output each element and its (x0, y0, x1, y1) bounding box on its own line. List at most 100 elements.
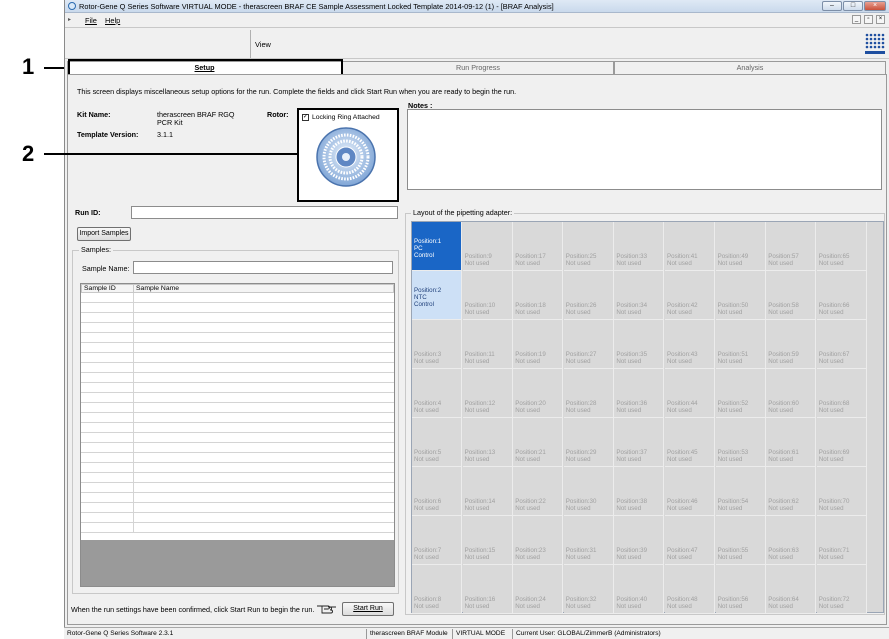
position-cell[interactable]: Position:70 Not used (816, 467, 867, 516)
position-cell[interactable]: Position:32 Not used (563, 565, 614, 614)
position-cell[interactable]: Position:27 Not used (563, 320, 614, 369)
position-cell[interactable]: Position:37 Not used (614, 418, 665, 467)
position-cell[interactable]: Position:6 Not used (412, 467, 462, 516)
start-run-button[interactable]: Start Run (342, 602, 394, 616)
position-cell[interactable]: Position:48 Not used (665, 565, 715, 614)
position-cell[interactable]: Position:29 Not used (563, 418, 614, 467)
position-cell[interactable]: Position:69 Not used (816, 418, 867, 467)
position-cell[interactable]: Position:25 Not used (563, 222, 614, 271)
close-icon[interactable]: × (864, 1, 886, 11)
table-row[interactable] (81, 303, 394, 313)
position-cell[interactable]: Position:33 Not used (614, 222, 665, 271)
table-row[interactable] (81, 373, 394, 383)
position-cell[interactable]: Position:55 Not used (715, 516, 766, 565)
maximize-icon[interactable]: □ (843, 1, 863, 11)
position-cell[interactable]: Position:53 Not used (715, 418, 766, 467)
position-cell[interactable]: Position:16 Not used (462, 565, 513, 614)
position-cell[interactable]: Position:52 Not used (715, 369, 766, 418)
position-cell[interactable]: Position:42 Not used (665, 271, 715, 320)
position-cell[interactable]: Position:51 Not used (715, 320, 766, 369)
position-cell[interactable]: Position:40 Not used (614, 565, 665, 614)
position-cell[interactable]: Position:5 Not used (412, 418, 462, 467)
run-id-input[interactable] (131, 206, 398, 219)
import-samples-button[interactable]: Import Samples (77, 227, 131, 241)
position-cell[interactable]: Position:71 Not used (816, 516, 867, 565)
position-cell[interactable]: Position:12 Not used (462, 369, 513, 418)
mdi-minimize-icon[interactable]: _ (852, 15, 861, 24)
table-row[interactable] (81, 443, 394, 453)
table-row[interactable] (81, 413, 394, 423)
mdi-close-icon[interactable]: × (876, 15, 885, 24)
position-cell[interactable]: Position:30 Not used (563, 467, 614, 516)
table-row[interactable] (81, 343, 394, 353)
col-sample-id[interactable]: Sample ID (81, 284, 134, 293)
position-cell[interactable]: Position:17 Not used (513, 222, 564, 271)
position-cell[interactable]: Position:22 Not used (513, 467, 564, 516)
position-cell[interactable]: Position:10 Not used (462, 271, 513, 320)
position-cell[interactable]: Position:39 Not used (614, 516, 665, 565)
position-cell[interactable]: Position:36 Not used (614, 369, 665, 418)
position-cell[interactable]: Position:54 Not used (715, 467, 766, 516)
table-row[interactable] (81, 403, 394, 413)
tab-run-progress[interactable]: Run Progress (342, 61, 614, 74)
position-cell[interactable]: Position:31 Not used (563, 516, 614, 565)
position-cell[interactable]: Position:58 Not used (766, 271, 817, 320)
view-label[interactable]: View (255, 40, 271, 49)
table-row[interactable] (81, 393, 394, 403)
position-cell[interactable]: Position:59 Not used (766, 320, 817, 369)
position-cell[interactable]: Position:72 Not used (816, 565, 867, 614)
locking-ring-checkbox[interactable]: ✓ (302, 114, 309, 121)
position-cell[interactable]: Position:15 Not used (462, 516, 513, 565)
position-cell[interactable]: Position:67 Not used (816, 320, 867, 369)
menu-help[interactable]: Help (105, 16, 120, 25)
minimize-icon[interactable]: – (822, 1, 842, 11)
position-cell[interactable]: Position:28 Not used (563, 369, 614, 418)
table-row[interactable] (81, 523, 394, 533)
table-row[interactable] (81, 353, 394, 363)
table-row[interactable] (81, 323, 394, 333)
position-cell[interactable]: Position:47 Not used (665, 516, 715, 565)
position-cell[interactable]: Position:13 Not used (462, 418, 513, 467)
sample-name-input[interactable] (133, 261, 393, 274)
position-cell[interactable]: Position:24 Not used (513, 565, 564, 614)
position-cell[interactable]: Position:57 Not used (766, 222, 817, 271)
table-row[interactable] (81, 483, 394, 493)
position-cell[interactable]: Position:21 Not used (513, 418, 564, 467)
position-cell[interactable]: Position:14 Not used (462, 467, 513, 516)
position-cell[interactable]: Position:56 Not used (715, 565, 766, 614)
position-cell[interactable]: Position:64 Not used (766, 565, 817, 614)
table-row[interactable] (81, 333, 394, 343)
position-cell[interactable]: Position:66 Not used (816, 271, 867, 320)
position-cell[interactable]: Position:65 Not used (816, 222, 867, 271)
position-cell[interactable]: Position:49 Not used (715, 222, 766, 271)
table-row[interactable] (81, 463, 394, 473)
position-cell[interactable]: Position:62 Not used (766, 467, 817, 516)
position-cell[interactable]: Position:7 Not used (412, 516, 462, 565)
table-row[interactable] (81, 313, 394, 323)
col-sample-name[interactable]: Sample Name (133, 284, 394, 293)
position-cell[interactable]: Position:60 Not used (766, 369, 817, 418)
position-cell[interactable]: Position:68 Not used (816, 369, 867, 418)
position-cell[interactable]: Position:45 Not used (665, 418, 715, 467)
tab-analysis[interactable]: Analysis (614, 61, 886, 74)
position-cell[interactable]: Position:38 Not used (614, 467, 665, 516)
position-cell[interactable]: Position:23 Not used (513, 516, 564, 565)
table-row[interactable] (81, 383, 394, 393)
position-cell[interactable]: Position:1 PC Control (412, 222, 462, 271)
position-cell[interactable]: Position:44 Not used (665, 369, 715, 418)
position-cell[interactable]: Position:11 Not used (462, 320, 513, 369)
position-cell[interactable]: Position:19 Not used (513, 320, 564, 369)
position-cell[interactable]: Position:43 Not used (665, 320, 715, 369)
position-cell[interactable]: Position:2 NTC Control (412, 271, 462, 320)
position-cell[interactable]: Position:20 Not used (513, 369, 564, 418)
samples-table[interactable]: Sample ID Sample Name (80, 283, 395, 587)
position-cell[interactable]: Position:61 Not used (766, 418, 817, 467)
position-cell[interactable]: Position:3 Not used (412, 320, 462, 369)
table-row[interactable] (81, 293, 394, 303)
mdi-restore-icon[interactable]: ▫ (864, 15, 873, 24)
position-cell[interactable]: Position:4 Not used (412, 369, 462, 418)
menu-file[interactable]: File (85, 16, 97, 25)
notes-field[interactable] (407, 109, 882, 190)
position-cell[interactable]: Position:34 Not used (614, 271, 665, 320)
position-cell[interactable]: Position:41 Not used (665, 222, 715, 271)
